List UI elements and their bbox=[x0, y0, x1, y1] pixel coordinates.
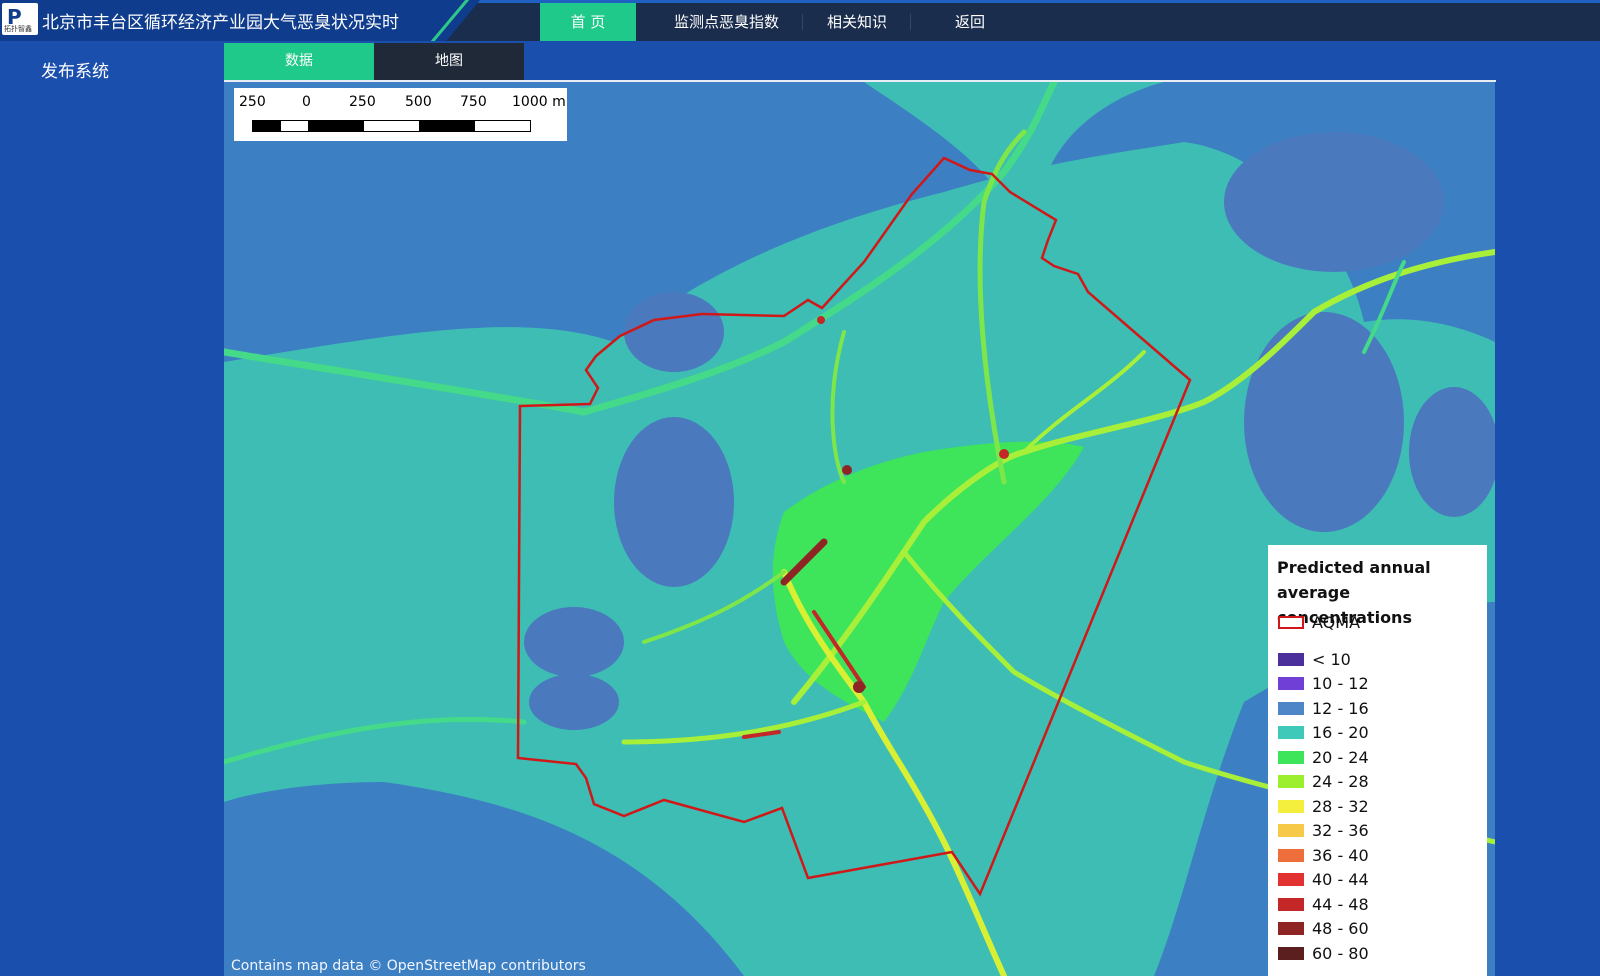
legend-label: 40 - 44 bbox=[1312, 870, 1369, 889]
company-logo: P 拓扑智鑫 bbox=[2, 3, 38, 35]
scale-label-0: 250 bbox=[239, 94, 266, 110]
pocket-lake-west bbox=[614, 417, 734, 587]
legend-label: 36 - 40 bbox=[1312, 845, 1369, 865]
pocket-north-west bbox=[624, 292, 724, 372]
nav-odor-index[interactable]: 监测点恶臭指数 bbox=[650, 3, 804, 41]
scale-bar-graphic bbox=[252, 120, 531, 132]
view-tabs: 数据 地图 bbox=[224, 43, 524, 80]
scale-label-2: 250 bbox=[349, 94, 376, 110]
legend-label: 10 - 12 bbox=[1312, 674, 1369, 693]
pocket-west-2 bbox=[529, 674, 619, 730]
map-attribution: Contains map data © OpenStreetMap contri… bbox=[231, 958, 586, 974]
nav-home[interactable]: 首 页 bbox=[540, 3, 636, 41]
legend-item: 20 - 24 bbox=[1278, 747, 1369, 767]
legend-swatch bbox=[1278, 701, 1304, 715]
legend-item: 44 - 48 bbox=[1278, 894, 1369, 914]
scale-label-3: 500 bbox=[405, 94, 432, 110]
legend-item: 12 - 16 bbox=[1278, 698, 1369, 718]
legend-swatch bbox=[1278, 922, 1304, 935]
legend-swatch-aqma bbox=[1278, 615, 1304, 629]
legend-item-aqma: AQMA bbox=[1278, 612, 1360, 632]
right-strip bbox=[1495, 82, 1600, 976]
legend-label: 16 - 20 bbox=[1312, 723, 1369, 742]
legend-swatch bbox=[1278, 652, 1304, 666]
legend-item: 24 - 28 bbox=[1278, 772, 1369, 792]
top-header: P 拓扑智鑫 北京市丰台区循环经济产业园大气恶臭状况实时 首 页 监测点恶臭指数… bbox=[0, 0, 1600, 41]
legend-swatch bbox=[1278, 726, 1304, 739]
legend-swatch bbox=[1278, 750, 1304, 764]
legend-label: < 10 bbox=[1312, 649, 1351, 669]
legend-swatch bbox=[1278, 873, 1304, 886]
main-nav: 首 页 监测点恶臭指数 相关知识 返回 bbox=[540, 3, 1009, 41]
legend-item: < 10 bbox=[1278, 649, 1351, 669]
legend-item: 10 - 12 bbox=[1278, 674, 1369, 694]
sidebar-label: 发布系统 bbox=[41, 62, 109, 82]
legend-item: 36 - 40 bbox=[1278, 845, 1369, 865]
legend-label: 20 - 24 bbox=[1312, 747, 1369, 767]
pocket-north-east bbox=[1224, 132, 1444, 272]
legend-item: 60 - 80 bbox=[1278, 943, 1369, 963]
legend-label: 60 - 80 bbox=[1312, 943, 1369, 963]
legend-swatch bbox=[1278, 775, 1304, 788]
scale-label-5: 1000 m bbox=[512, 94, 566, 110]
legend-swatch bbox=[1278, 946, 1304, 960]
legend-label: 44 - 48 bbox=[1312, 894, 1369, 914]
tab-map[interactable]: 地图 bbox=[374, 43, 524, 80]
pocket-west-1 bbox=[524, 607, 624, 677]
nav-knowledge[interactable]: 相关知识 bbox=[803, 3, 912, 41]
concentration-map[interactable]: 250 0 250 500 750 1000 m Predicted annua… bbox=[224, 82, 1495, 976]
legend-label-aqma: AQMA bbox=[1312, 612, 1361, 632]
logo-text: 拓扑智鑫 bbox=[4, 25, 32, 33]
legend-swatch bbox=[1278, 677, 1304, 690]
legend-swatch bbox=[1278, 848, 1304, 862]
legend-label: 12 - 16 bbox=[1312, 698, 1369, 718]
legend-item: 48 - 60 bbox=[1278, 919, 1369, 939]
legend-label: 24 - 28 bbox=[1312, 772, 1369, 791]
pocket-far-east bbox=[1409, 387, 1495, 517]
app-title: 北京市丰台区循环经济产业园大气恶臭状况实时 bbox=[42, 13, 399, 33]
legend-item: 16 - 20 bbox=[1278, 723, 1369, 743]
legend-swatch bbox=[1278, 824, 1304, 837]
scale-bar: 250 0 250 500 750 1000 m bbox=[234, 88, 567, 141]
legend-item: 40 - 44 bbox=[1278, 870, 1369, 890]
nav-back[interactable]: 返回 bbox=[931, 3, 1009, 41]
scale-label-1: 0 bbox=[302, 94, 311, 110]
legend-item: 32 - 36 bbox=[1278, 821, 1369, 841]
pocket-east bbox=[1244, 312, 1404, 532]
scale-label-4: 750 bbox=[460, 94, 487, 110]
legend-label: 48 - 60 bbox=[1312, 919, 1369, 938]
tab-data[interactable]: 数据 bbox=[224, 43, 374, 80]
legend-swatch bbox=[1278, 799, 1304, 813]
legend-label: 32 - 36 bbox=[1312, 821, 1369, 840]
legend-label: 28 - 32 bbox=[1312, 796, 1369, 816]
legend-swatch bbox=[1278, 897, 1304, 911]
map-legend: Predicted annual average concentrations … bbox=[1268, 545, 1487, 976]
legend-item: 28 - 32 bbox=[1278, 796, 1369, 816]
